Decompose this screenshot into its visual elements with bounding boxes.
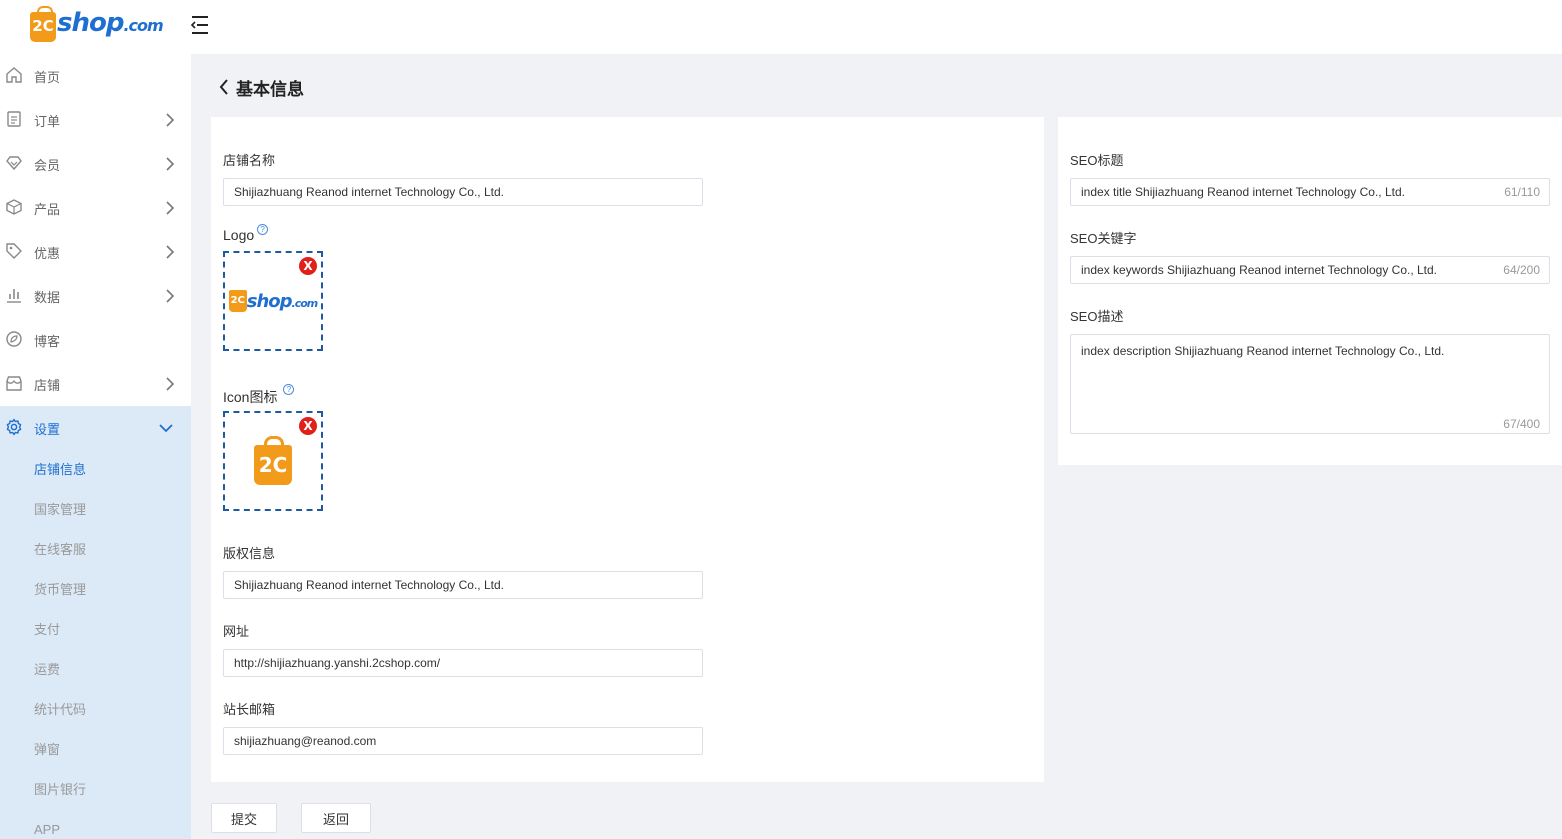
icon-preview: 2C xyxy=(254,436,292,485)
menu-collapse-icon[interactable] xyxy=(190,14,210,36)
settings-submenu: 店铺信息 国家管理 在线客服 货币管理 支付 运费 统计代码 弹窗 图片银行 A… xyxy=(0,450,191,839)
sidebar-item-members[interactable]: 会员 xyxy=(0,142,191,186)
basic-info-panel: 店铺名称 Logo? 2C shop.com X Icon图标? 2C X 版权… xyxy=(211,117,1044,782)
gear-icon xyxy=(6,418,22,436)
sidebar-item-data[interactable]: 数据 xyxy=(0,274,191,318)
seo-description-label: SEO描述 xyxy=(1070,309,1124,324)
seo-keywords-counter: 64/200 xyxy=(1503,263,1540,277)
submenu-item-image-bank[interactable]: 图片银行 xyxy=(0,770,191,810)
logo-delete-button[interactable]: X xyxy=(299,257,317,275)
submit-button[interactable]: 提交 xyxy=(211,803,277,833)
submenu-item-currency[interactable]: 货币管理 xyxy=(0,570,191,610)
submenu-item-popup[interactable]: 弹窗 xyxy=(0,730,191,770)
blog-icon xyxy=(6,331,22,347)
back-button[interactable]: 返回 xyxy=(301,803,371,833)
chevron-down-icon xyxy=(159,424,173,433)
sidebar-item-label: 产品 xyxy=(34,201,61,217)
seo-title-input[interactable] xyxy=(1070,178,1550,206)
logo-upload[interactable]: 2C shop.com X xyxy=(223,251,323,351)
member-icon xyxy=(6,156,22,171)
sidebar-item-store[interactable]: 店铺 xyxy=(0,362,191,406)
sidebar-item-label: 会员 xyxy=(34,157,61,173)
sidebar-item-products[interactable]: 产品 xyxy=(0,186,191,230)
sidebar-item-home[interactable]: 首页 xyxy=(0,54,191,98)
sidebar-item-label: 设置 xyxy=(34,421,61,437)
seo-description-textarea[interactable]: index description Shijiazhuang Reanod in… xyxy=(1070,334,1550,434)
chevron-right-icon xyxy=(166,157,175,171)
email-input[interactable] xyxy=(223,727,703,755)
logo-text: shop.com xyxy=(57,7,164,42)
sidebar: 首页 订单 会员 产品 优惠 数据 博客 店铺 设置 店铺信息 国家管理 在线客… xyxy=(0,54,191,839)
page-title[interactable]: 基本信息 xyxy=(218,74,304,100)
icon-upload[interactable]: 2C X xyxy=(223,411,323,511)
sidebar-item-blog[interactable]: 博客 xyxy=(0,318,191,362)
store-name-label: 店铺名称 xyxy=(223,153,276,168)
logo-name: shop xyxy=(57,8,124,38)
icon-label: Icon图标? xyxy=(223,384,295,407)
seo-description-counter: 67/400 xyxy=(1503,417,1540,431)
seo-keywords-label: SEO关键字 xyxy=(1070,231,1137,246)
sidebar-item-label: 博客 xyxy=(34,333,61,349)
sidebar-item-promotions[interactable]: 优惠 xyxy=(0,230,191,274)
sidebar-item-orders[interactable]: 订单 xyxy=(0,98,191,142)
brand-logo[interactable]: 2C shop.com xyxy=(30,6,164,42)
website-input[interactable] xyxy=(223,649,703,677)
submenu-item-countries[interactable]: 国家管理 xyxy=(0,490,191,530)
sidebar-item-label: 首页 xyxy=(34,69,61,85)
chevron-right-icon xyxy=(166,289,175,303)
sidebar-item-label: 优惠 xyxy=(34,245,61,261)
logo-preview-text: shop.com xyxy=(247,291,318,312)
help-icon[interactable]: ? xyxy=(283,384,295,395)
seo-title-label: SEO标题 xyxy=(1070,153,1124,168)
submenu-item-tracking-code[interactable]: 统计代码 xyxy=(0,690,191,730)
icon-delete-button[interactable]: X xyxy=(299,417,317,435)
submenu-item-app[interactable]: APP xyxy=(0,810,191,839)
logo-preview: 2C shop.com xyxy=(228,290,318,312)
page-title-text: 基本信息 xyxy=(236,79,304,99)
top-bar: 2C shop.com xyxy=(0,0,1562,54)
submenu-item-shipping[interactable]: 运费 xyxy=(0,650,191,690)
chevron-right-icon xyxy=(166,245,175,259)
sidebar-item-label: 店铺 xyxy=(34,377,61,393)
sidebar-item-label: 数据 xyxy=(34,289,61,305)
logo-mark: 2C xyxy=(30,6,56,42)
seo-panel: SEO标题 61/110 SEO关键字 64/200 SEO描述 index d… xyxy=(1058,117,1562,465)
help-icon[interactable]: ? xyxy=(257,224,269,235)
submenu-item-payment[interactable]: 支付 xyxy=(0,610,191,650)
logo-domain: .com xyxy=(123,16,163,35)
logo-preview-name: shop xyxy=(246,290,293,312)
chevron-right-icon xyxy=(166,377,175,391)
home-icon xyxy=(6,67,22,83)
submenu-item-online-service[interactable]: 在线客服 xyxy=(0,530,191,570)
tag-icon xyxy=(6,243,22,259)
product-icon xyxy=(6,199,22,215)
chevron-left-icon xyxy=(219,79,228,95)
logo-label: Logo? xyxy=(223,224,269,243)
store-name-input[interactable] xyxy=(223,178,703,206)
order-icon xyxy=(7,111,21,127)
logo-preview-mark: 2C xyxy=(228,290,247,312)
seo-title-counter: 61/110 xyxy=(1504,185,1540,199)
chevron-right-icon xyxy=(166,201,175,215)
logo-label-text: Logo xyxy=(223,227,255,243)
copyright-label: 版权信息 xyxy=(223,546,276,561)
copyright-input[interactable] xyxy=(223,571,703,599)
logo-preview-domain: .com xyxy=(291,296,319,310)
seo-keywords-input[interactable] xyxy=(1070,256,1550,284)
submenu-item-store-info[interactable]: 店铺信息 xyxy=(0,450,191,490)
email-label: 站长邮箱 xyxy=(223,702,276,717)
icon-label-text: Icon图标 xyxy=(223,389,278,405)
sidebar-item-settings[interactable]: 设置 xyxy=(0,406,191,450)
website-label: 网址 xyxy=(223,624,250,639)
chevron-right-icon xyxy=(166,113,175,127)
chart-icon xyxy=(7,289,21,303)
store-icon xyxy=(6,376,22,391)
sidebar-item-label: 订单 xyxy=(34,113,61,129)
